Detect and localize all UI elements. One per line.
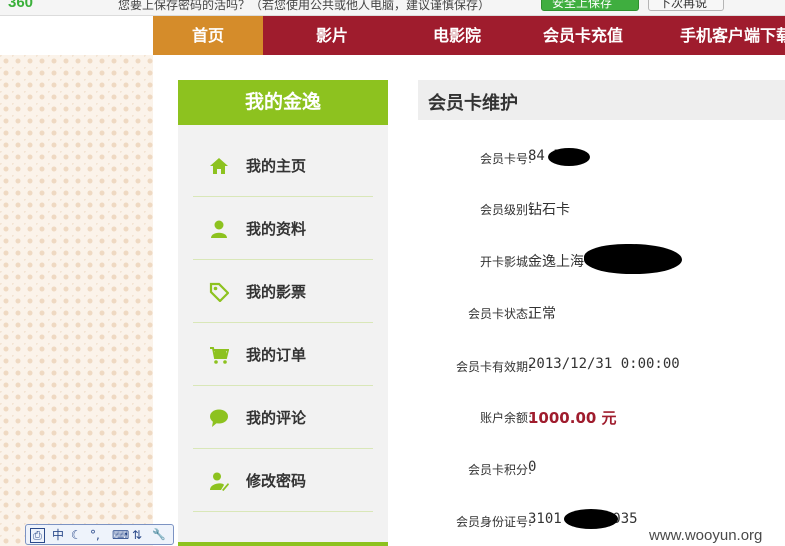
nav-item-home[interactable]: 首页 [153, 16, 263, 55]
card-level-label: 会员级别: [479, 203, 532, 217]
punctuation-icon[interactable]: °, [90, 527, 100, 543]
content-header: 会员卡维护 [418, 80, 785, 120]
background-pattern [0, 55, 153, 546]
sidebar-item-label: 我的资料 [246, 220, 307, 238]
info-row-card-status: 会员卡状态: 正常 [418, 301, 785, 323]
save-password-button[interactable]: 安全上保存 [541, 0, 639, 11]
points-label: 会员卡积分: [467, 463, 532, 477]
sidebar-bottom-divider [178, 542, 388, 546]
later-button[interactable]: 下次再说 [648, 0, 724, 11]
card-status-label: 会员卡状态: [467, 307, 532, 321]
moon-icon[interactable]: ☾ [71, 527, 82, 543]
keyboard-icon[interactable]: ⌨ [112, 527, 129, 543]
cart-icon [210, 347, 229, 364]
sidebar-item-orders[interactable]: 我的订单 [193, 323, 373, 386]
notice-logo: 360 [8, 0, 34, 11]
issuing-cinema-label: 开卡影城: [479, 255, 532, 269]
balance-label: 账户余额: [479, 411, 532, 425]
points-value: 0 [528, 459, 537, 475]
nav-item-mobile-client[interactable]: 手机客户端下载 [680, 16, 785, 55]
card-level-value: 钻石卡 [528, 202, 570, 218]
sidebar-item-comments[interactable]: 我的评论 [193, 386, 373, 449]
background-strip [153, 55, 178, 546]
card-status-value: 正常 [528, 306, 556, 322]
main-nav: 首页 影片 电影院 会员卡充值 手机客户端下载 [0, 16, 785, 55]
sidebar-item-label: 我的评论 [246, 409, 307, 427]
ime-mode-toggle[interactable]: 中 [52, 527, 64, 543]
info-row-issuing-cinema: 开卡影城: 金逸上海 [418, 244, 785, 274]
page-title: 会员卡维护 [428, 93, 518, 114]
sidebar-title: 我的金逸 [178, 80, 388, 125]
info-row-card-level: 会员级别: 钻石卡 [418, 197, 785, 219]
notice-text: 您要上保存密码的活吗？（若您使用公共或他人电脑，建议谨慎保存） [118, 0, 491, 12]
redaction-mark [564, 509, 618, 529]
info-row-card-number: 会员卡号: 84 5 [418, 146, 785, 168]
home-icon [210, 158, 228, 174]
browser-notice-bar: 360 您要上保存密码的活吗？（若您使用公共或他人电脑，建议谨慎保存） 安全上保… [0, 0, 785, 16]
sidebar-item-label: 我的订单 [246, 346, 307, 364]
sidebar-item-profile[interactable]: 我的资料 [193, 197, 373, 260]
switch-icon[interactable]: ⇅ [132, 527, 142, 543]
info-row-balance: 账户余额: 1000.00 元 [418, 405, 785, 427]
tag-icon [209, 282, 229, 302]
nav-item-movies[interactable]: 影片 [282, 16, 382, 55]
sidebar-item-label: 我的主页 [246, 157, 307, 175]
info-row-points: 会员卡积分: 0 [418, 457, 785, 479]
sidebar-item-change-password[interactable]: 修改密码 [193, 449, 373, 512]
ime-logo-icon: ⎙ [30, 528, 45, 543]
watermark: www.wooyun.org [649, 527, 763, 544]
user-edit-icon [210, 472, 229, 491]
nav-item-cinemas[interactable]: 电影院 [407, 16, 507, 55]
wrench-icon[interactable]: 🔧 [152, 527, 166, 543]
redaction-mark [548, 148, 590, 166]
sidebar-item-label: 修改密码 [246, 472, 307, 490]
expiry-label: 会员卡有效期: [455, 360, 532, 374]
redaction-mark [584, 244, 682, 274]
sidebar-item-home[interactable]: 我的主页 [193, 134, 373, 197]
nav-item-card-recharge[interactable]: 会员卡充值 [527, 16, 639, 55]
sidebar-item-tickets[interactable]: 我的影票 [193, 260, 373, 323]
ime-toolbar[interactable]: ⎙ 中 ☾ °, ⌨ ⇅ 🔧 [25, 524, 174, 545]
id-number-label: 会员身份证号: [455, 515, 532, 529]
issuing-cinema-value: 金逸上海 [528, 254, 584, 270]
info-row-expiry: 会员卡有效期: 2013/12/31 0:00:00 [418, 354, 785, 376]
user-icon [211, 220, 227, 238]
card-number-label: 会员卡号: [479, 152, 532, 166]
comment-icon [210, 409, 228, 427]
expiry-value: 2013/12/31 0:00:00 [528, 356, 680, 372]
sidebar-item-label: 我的影票 [246, 283, 307, 301]
sidebar: 我的金逸 我的主页 我的资料 我的影票 我的订单 我的评论 修改密码 [178, 80, 388, 546]
balance-value: 1000.00 元 [528, 409, 617, 427]
